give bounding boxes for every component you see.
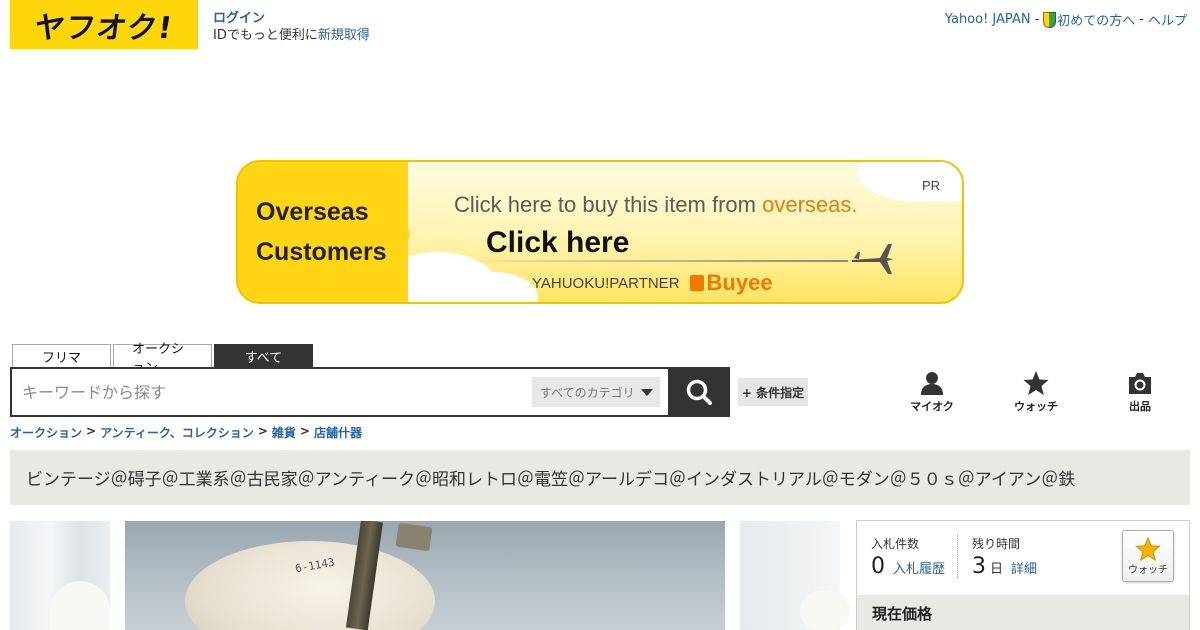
- watch-button-label: ウォッチ: [1128, 564, 1168, 576]
- yahoo-japan-link[interactable]: Yahoo! JAPAN: [945, 12, 1031, 27]
- time-left-value: 3: [972, 554, 987, 579]
- bid-count-label: 入札件数: [871, 537, 920, 551]
- help-link[interactable]: ヘルプ: [1148, 10, 1187, 29]
- separator: -: [1034, 12, 1040, 27]
- banner-arrow-shape: [388, 162, 410, 302]
- register-link[interactable]: 新規取得: [318, 28, 370, 43]
- bolt-head-shape: [395, 522, 433, 552]
- banner-left-panel: Overseas Customers: [238, 162, 408, 302]
- thumb-insulator-shape: [50, 581, 110, 630]
- prev-image-thumb[interactable]: [10, 521, 110, 630]
- sell-button[interactable]: 出品: [1088, 370, 1192, 414]
- banner-headline-prefix: Click here to buy this item from: [454, 192, 763, 217]
- tab-furima[interactable]: フリマ: [12, 344, 111, 368]
- buyee-bag-icon: [689, 275, 704, 291]
- breadcrumb-antique[interactable]: アンティーク、コレクション: [100, 424, 254, 441]
- beginner-mark-icon: [1043, 12, 1057, 28]
- banner-partner-line: YAHUOKU!PARTNER Buyee: [532, 270, 773, 296]
- beginner-label: 初めての方へ: [1057, 14, 1136, 29]
- tab-all[interactable]: すべて: [214, 344, 313, 368]
- yahuoku-logo[interactable]: ヤフオク!: [10, 0, 198, 49]
- breadcrumb-zakka[interactable]: 雑貨: [272, 424, 296, 441]
- time-left-label: 残り時間: [972, 537, 1021, 551]
- logo-text: ヤフオク!: [32, 10, 176, 46]
- watch-nav-label: ウォッチ: [1014, 400, 1058, 413]
- bid-panel: 入札件数 0 入札履歴 残り時間 3日 詳細 ウォッチ 現在価格: [856, 520, 1190, 630]
- breadcrumb-separator: >: [86, 424, 97, 438]
- bid-stats: 入札件数 0 入札履歴 残り時間 3日 詳細: [871, 535, 1049, 579]
- breadcrumb-store-fixtures[interactable]: 店舗什器: [314, 424, 362, 441]
- star-icon: [1023, 371, 1049, 395]
- camera-icon: [1129, 373, 1151, 394]
- watch-button[interactable]: ウォッチ: [1122, 530, 1174, 582]
- banner-right-panel: PR Click here to buy this item from over…: [378, 162, 962, 302]
- thumb-insulator-shape: [800, 591, 850, 630]
- time-left-value-row: 3日 詳細: [972, 554, 1037, 579]
- next-image-thumb[interactable]: [740, 521, 850, 630]
- time-left-stat: 残り時間 3日 詳細: [957, 535, 1049, 579]
- search-input[interactable]: [22, 369, 522, 415]
- quick-nav: マイオク ウォッチ 出品: [880, 370, 1192, 414]
- time-left-unit: 日: [990, 562, 1004, 577]
- current-price-header: 現在価格: [857, 595, 1189, 630]
- banner-headline: Click here to buy this item from oversea…: [454, 192, 858, 218]
- myauc-button[interactable]: マイオク: [880, 370, 984, 414]
- partner-label: YAHUOKU!PARTNER: [532, 274, 680, 292]
- buyee-overseas-banner[interactable]: PR Click here to buy this item from over…: [236, 160, 964, 304]
- breadcrumb-auction[interactable]: オークション: [10, 424, 82, 441]
- main-item-image[interactable]: 6-1143: [125, 521, 725, 630]
- user-icon: [921, 372, 943, 395]
- buyee-logo: Buyee: [689, 270, 773, 296]
- time-detail-link[interactable]: 詳細: [1011, 558, 1037, 577]
- myauc-label: マイオク: [910, 400, 954, 413]
- top-links: Yahoo! JAPAN - 初めての方へ - ヘルプ: [945, 10, 1187, 29]
- search-icon: [686, 379, 712, 405]
- bid-count-stat: 入札件数 0 入札履歴: [871, 535, 957, 579]
- sell-label: 出品: [1129, 400, 1151, 413]
- banner-left-line2: Customers: [256, 238, 387, 266]
- plane-trail: [448, 260, 848, 262]
- bid-history-link[interactable]: 入札履歴: [893, 558, 945, 577]
- separator: -: [1139, 12, 1144, 27]
- login-sub-prefix: IDでもっと便利に: [213, 28, 318, 43]
- pr-label: PR: [921, 178, 940, 193]
- search-tabs: フリマ オークション すべて: [12, 342, 313, 376]
- item-title-bar: ビンテージ＠碍子＠工業系＠古民家＠アンティーク＠昭和レトロ＠電笠＠アールデコ＠イ…: [10, 450, 1190, 505]
- category-select[interactable]: すべてのカテゴリ: [532, 377, 660, 407]
- login-sub-text: IDでもっと便利に新規取得: [213, 28, 370, 43]
- item-title: ビンテージ＠碍子＠工業系＠古民家＠アンティーク＠昭和レトロ＠電笠＠アールデコ＠イ…: [26, 470, 1076, 490]
- login-link[interactable]: ログイン: [213, 10, 370, 27]
- breadcrumb: オークション > アンティーク、コレクション > 雑貨 > 店舗什器: [10, 424, 362, 441]
- condition-button[interactable]: + 条件指定: [738, 378, 808, 406]
- login-box: ログイン IDでもっと便利に新規取得: [213, 10, 370, 44]
- banner-left-line1: Overseas: [256, 198, 369, 226]
- beginner-link[interactable]: 初めての方へ: [1043, 10, 1135, 29]
- breadcrumb-separator: >: [257, 424, 268, 438]
- tab-auction[interactable]: オークション: [113, 342, 212, 376]
- search-button[interactable]: [668, 367, 730, 417]
- bid-count-value-row: 0 入札履歴: [871, 554, 945, 579]
- banner-headline-highlight: overseas.: [762, 192, 858, 217]
- search-box: すべてのカテゴリ: [10, 367, 670, 417]
- buyee-text: Buyee: [706, 270, 773, 295]
- airplane-icon: [852, 244, 893, 274]
- banner-click-here[interactable]: Click here: [486, 226, 629, 260]
- bid-count-value: 0: [871, 554, 885, 579]
- category-select-label: すべてのカテゴリ: [540, 385, 635, 400]
- insulator-shape: [185, 541, 435, 630]
- caret-down-icon: [640, 388, 653, 396]
- breadcrumb-separator: >: [299, 424, 310, 438]
- watch-nav-button[interactable]: ウォッチ: [984, 370, 1088, 414]
- star-icon: [1135, 536, 1161, 561]
